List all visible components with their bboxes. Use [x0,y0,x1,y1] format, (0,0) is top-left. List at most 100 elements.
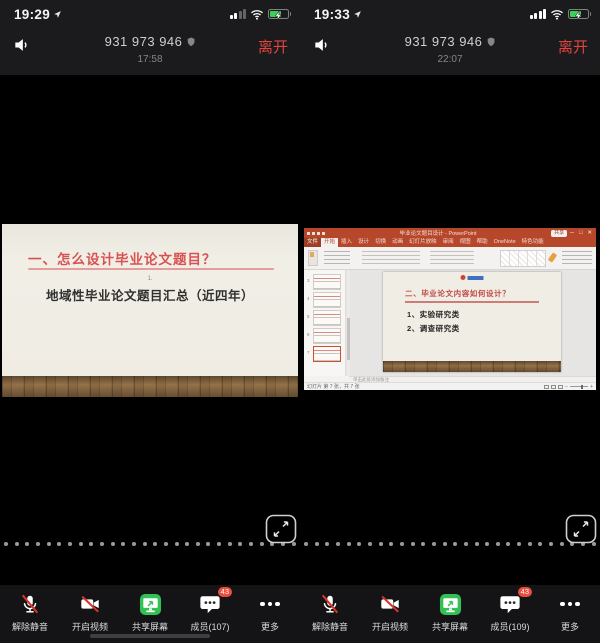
page-dot [357,542,361,546]
members-chat-icon: 43 [497,592,523,616]
page-dot [528,542,532,546]
view-zoom-controls: − + [544,383,593,391]
ribbon-tab-5: 切换 [372,238,389,247]
more-button[interactable]: 更多 [240,592,300,633]
page-dot [325,542,329,546]
page-dot [25,542,29,546]
share-screen-button[interactable]: 共享屏幕 [120,592,180,633]
slideshow-view-icon [558,385,563,389]
wood-floor-graphic [383,361,561,372]
powerpoint-statusbar: 幻灯片 第 7 张，共 7 张 − + [304,382,596,390]
unmute-button[interactable]: 解除静音 [300,592,360,633]
ribbon-tab-1: 文件 [304,238,321,247]
status-time-text: 19:33 [314,7,350,22]
page-dot [336,542,340,546]
shape-styles-gallery [500,250,546,267]
page-dot [517,542,521,546]
phone-capture-left: 19:29 [0,0,300,643]
meeting-header: 931 973 946 17:58 离开 [0,26,300,75]
page-dot [315,542,319,546]
ribbon-tab-8: 审阅 [440,238,457,247]
ribbon-tab-9: 视图 [457,238,474,247]
meeting-id: 931 973 946 [105,34,183,49]
current-slide: 二、毕业论文内容如何设计？ 1、实验研究类2、调查研究类 [383,272,561,372]
wifi-icon [250,9,264,20]
page-indicator-dots [304,541,596,547]
page-dot [68,542,72,546]
start-video-button[interactable]: 开启视频 [360,592,420,633]
quick-access-toolbar [307,232,325,235]
share-screen-button[interactable]: 共享屏幕 [420,592,480,633]
page-dot [453,542,457,546]
page-dot [400,542,404,546]
slide-title: 一、怎么设计毕业论文题目？ [28,248,217,268]
slide-thumbnail-6: 6 [313,328,341,344]
camera-off-icon [377,592,403,616]
speaker-toggle-button[interactable] [12,35,34,57]
sorter-view-icon [551,385,556,389]
phone-capture-right: 19:33 [300,0,600,643]
meeting-info: 931 973 946 22:07 [405,33,496,65]
share-screen-label: 共享屏幕 [432,620,468,633]
slide-title-underline [28,268,274,270]
slide-count-status: 幻灯片 第 7 张，共 7 张 [307,383,360,390]
ribbon-tab-7: 幻灯片放映 [406,238,440,247]
top-chrome: 19:33 [300,0,600,75]
page-dot [238,542,242,546]
status-bar: 19:33 [300,0,600,26]
members-button[interactable]: 43 成员(109) [480,592,540,633]
page-dot [260,542,264,546]
members-button[interactable]: 43 成员(107) [180,592,240,633]
page-dot [464,542,468,546]
battery-charging-icon [568,9,591,19]
editing-group [562,251,592,264]
fullscreen-expand-button[interactable] [265,514,297,544]
more-button[interactable]: 更多 [540,592,600,633]
battery-charging-icon [268,9,291,19]
microphone-muted-icon [317,592,343,616]
page-dot [506,542,510,546]
page-dot [411,542,415,546]
ppt-slide-underline [405,301,539,303]
shared-screen-video: 毕业论文题目设计 - PowerPoint 共享 ─□✕ 文件开始插入设计切换动… [300,75,600,585]
page-dot [47,542,51,546]
meeting-elapsed-time: 22:07 [405,54,496,65]
home-indicator[interactable] [90,634,210,638]
page-dot [368,542,372,546]
leave-meeting-button[interactable]: 离开 [258,36,288,57]
zoom-slider [570,386,588,387]
font-group [362,251,420,264]
page-dot [496,542,500,546]
university-logo [461,275,484,280]
fullscreen-expand-button[interactable] [565,514,597,544]
speaker-toggle-button[interactable] [312,35,334,57]
page-indicator-dots [4,541,296,547]
page-dot [421,542,425,546]
page-dot [121,542,125,546]
page-dot [443,542,447,546]
shared-slide: 一、怎么设计毕业论文题目？ 1. 地域性毕业论文题目汇总（近四年） [2,224,298,397]
signal-strength-icon [230,9,247,19]
ppt-list-item: 1、实验研究类 [407,308,460,322]
page-dot [111,542,115,546]
dual-screenshot-canvas: 19:29 [0,0,600,643]
page-dot [196,542,200,546]
page-dot [560,542,564,546]
slide-marker: 1. [2,276,298,282]
normal-view-icon [544,385,549,389]
start-video-label: 开启视频 [72,620,108,633]
ribbon-content [304,247,596,270]
page-dot [79,542,83,546]
meeting-header: 931 973 946 22:07 离开 [300,26,600,75]
leave-meeting-button[interactable]: 离开 [558,36,588,57]
unmute-button[interactable]: 解除静音 [0,592,60,633]
share-screen-icon [137,592,163,616]
unmute-label: 解除静音 [12,620,48,633]
minimize-icon: ─ [570,229,574,238]
page-dot [143,542,147,546]
start-video-button[interactable]: 开启视频 [60,592,120,633]
ribbon-tab-12: 特色功能 [519,238,547,247]
shield-icon [186,37,195,47]
page-dot [206,542,210,546]
status-indicators [530,9,592,20]
